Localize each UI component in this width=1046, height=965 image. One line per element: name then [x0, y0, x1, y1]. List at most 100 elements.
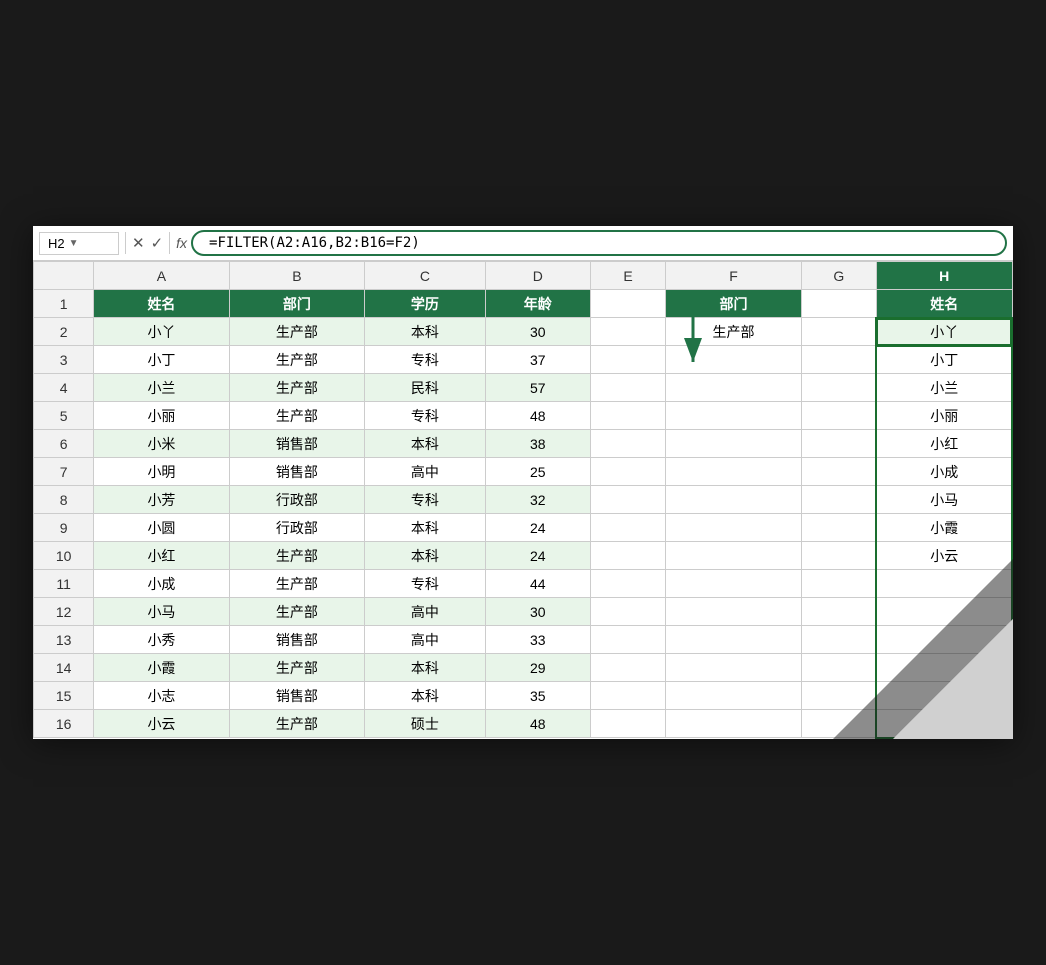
cell-D15[interactable]: 35: [485, 682, 590, 710]
cell-E8[interactable]: [590, 486, 665, 514]
cell-D9[interactable]: 24: [485, 514, 590, 542]
cell-H10[interactable]: 小云: [876, 542, 1012, 570]
cell-F8[interactable]: [666, 486, 801, 514]
cell-H8[interactable]: 小马: [876, 486, 1012, 514]
cell-B1[interactable]: 部门: [229, 290, 364, 318]
cell-A8[interactable]: 小芳: [94, 486, 229, 514]
cell-H12[interactable]: [876, 598, 1012, 626]
cell-C1[interactable]: 学历: [365, 290, 485, 318]
cell-G12[interactable]: [801, 598, 876, 626]
col-header-D[interactable]: D: [485, 262, 590, 290]
cell-C6[interactable]: 本科: [365, 430, 485, 458]
cell-H4[interactable]: 小兰: [876, 374, 1012, 402]
cell-A3[interactable]: 小丁: [94, 346, 229, 374]
cell-H9[interactable]: 小霞: [876, 514, 1012, 542]
cell-C2[interactable]: 本科: [365, 318, 485, 346]
cell-D8[interactable]: 32: [485, 486, 590, 514]
cell-D11[interactable]: 44: [485, 570, 590, 598]
cell-H13[interactable]: [876, 626, 1012, 654]
cell-A7[interactable]: 小明: [94, 458, 229, 486]
cell-F4[interactable]: [666, 374, 801, 402]
cell-C8[interactable]: 专科: [365, 486, 485, 514]
cell-A6[interactable]: 小米: [94, 430, 229, 458]
cell-C12[interactable]: 高中: [365, 598, 485, 626]
cell-F11[interactable]: [666, 570, 801, 598]
cancel-icon[interactable]: ✕: [132, 234, 145, 252]
cell-H5[interactable]: 小丽: [876, 402, 1012, 430]
cell-C16[interactable]: 硕士: [365, 710, 485, 738]
cell-E14[interactable]: [590, 654, 665, 682]
cell-A9[interactable]: 小圆: [94, 514, 229, 542]
cell-A4[interactable]: 小兰: [94, 374, 229, 402]
cell-E3[interactable]: [590, 346, 665, 374]
cell-B3[interactable]: 生产部: [229, 346, 364, 374]
cell-H11[interactable]: [876, 570, 1012, 598]
cell-A2[interactable]: 小丫: [94, 318, 229, 346]
cell-A11[interactable]: 小成: [94, 570, 229, 598]
dropdown-icon[interactable]: ▼: [69, 238, 79, 249]
cell-G3[interactable]: [801, 346, 876, 374]
cell-E6[interactable]: [590, 430, 665, 458]
col-header-B[interactable]: B: [229, 262, 364, 290]
cell-A10[interactable]: 小红: [94, 542, 229, 570]
cell-G6[interactable]: [801, 430, 876, 458]
cell-G16[interactable]: [801, 710, 876, 738]
cell-C10[interactable]: 本科: [365, 542, 485, 570]
cell-A13[interactable]: 小秀: [94, 626, 229, 654]
cell-A1[interactable]: 姓名: [94, 290, 229, 318]
cell-E11[interactable]: [590, 570, 665, 598]
cell-C14[interactable]: 本科: [365, 654, 485, 682]
cell-C15[interactable]: 本科: [365, 682, 485, 710]
cell-H15[interactable]: [876, 682, 1012, 710]
cell-D7[interactable]: 25: [485, 458, 590, 486]
cell-H7[interactable]: 小成: [876, 458, 1012, 486]
cell-D13[interactable]: 33: [485, 626, 590, 654]
cell-D5[interactable]: 48: [485, 402, 590, 430]
cell-E4[interactable]: [590, 374, 665, 402]
col-header-A[interactable]: A: [94, 262, 229, 290]
cell-G13[interactable]: [801, 626, 876, 654]
cell-G8[interactable]: [801, 486, 876, 514]
cell-C13[interactable]: 高中: [365, 626, 485, 654]
cell-F6[interactable]: [666, 430, 801, 458]
cell-B12[interactable]: 生产部: [229, 598, 364, 626]
cell-F5[interactable]: [666, 402, 801, 430]
cell-B14[interactable]: 生产部: [229, 654, 364, 682]
cell-E7[interactable]: [590, 458, 665, 486]
cell-F1[interactable]: 部门: [666, 290, 801, 318]
cell-E1[interactable]: [590, 290, 665, 318]
cell-D4[interactable]: 57: [485, 374, 590, 402]
cell-G2[interactable]: [801, 318, 876, 346]
cell-B13[interactable]: 销售部: [229, 626, 364, 654]
cell-G5[interactable]: [801, 402, 876, 430]
col-header-H[interactable]: H: [876, 262, 1012, 290]
cell-B8[interactable]: 行政部: [229, 486, 364, 514]
cell-E10[interactable]: [590, 542, 665, 570]
cell-C5[interactable]: 专科: [365, 402, 485, 430]
cell-B6[interactable]: 销售部: [229, 430, 364, 458]
cell-G9[interactable]: [801, 514, 876, 542]
cell-E16[interactable]: [590, 710, 665, 738]
cell-F10[interactable]: [666, 542, 801, 570]
cell-A15[interactable]: 小志: [94, 682, 229, 710]
cell-A14[interactable]: 小霞: [94, 654, 229, 682]
cell-E15[interactable]: [590, 682, 665, 710]
col-header-E[interactable]: E: [590, 262, 665, 290]
cell-G1[interactable]: [801, 290, 876, 318]
cell-H3[interactable]: 小丁: [876, 346, 1012, 374]
cell-E5[interactable]: [590, 402, 665, 430]
col-header-C[interactable]: C: [365, 262, 485, 290]
cell-F2[interactable]: 生产部: [666, 318, 801, 346]
cell-B7[interactable]: 销售部: [229, 458, 364, 486]
cell-H14[interactable]: [876, 654, 1012, 682]
cell-ref-box[interactable]: H2 ▼: [39, 232, 119, 255]
cell-E9[interactable]: [590, 514, 665, 542]
cell-C4[interactable]: 民科: [365, 374, 485, 402]
cell-D6[interactable]: 38: [485, 430, 590, 458]
cell-B5[interactable]: 生产部: [229, 402, 364, 430]
cell-A16[interactable]: 小云: [94, 710, 229, 738]
cell-F13[interactable]: [666, 626, 801, 654]
cell-G7[interactable]: [801, 458, 876, 486]
cell-H2[interactable]: 小丫: [876, 318, 1012, 346]
cell-E2[interactable]: [590, 318, 665, 346]
